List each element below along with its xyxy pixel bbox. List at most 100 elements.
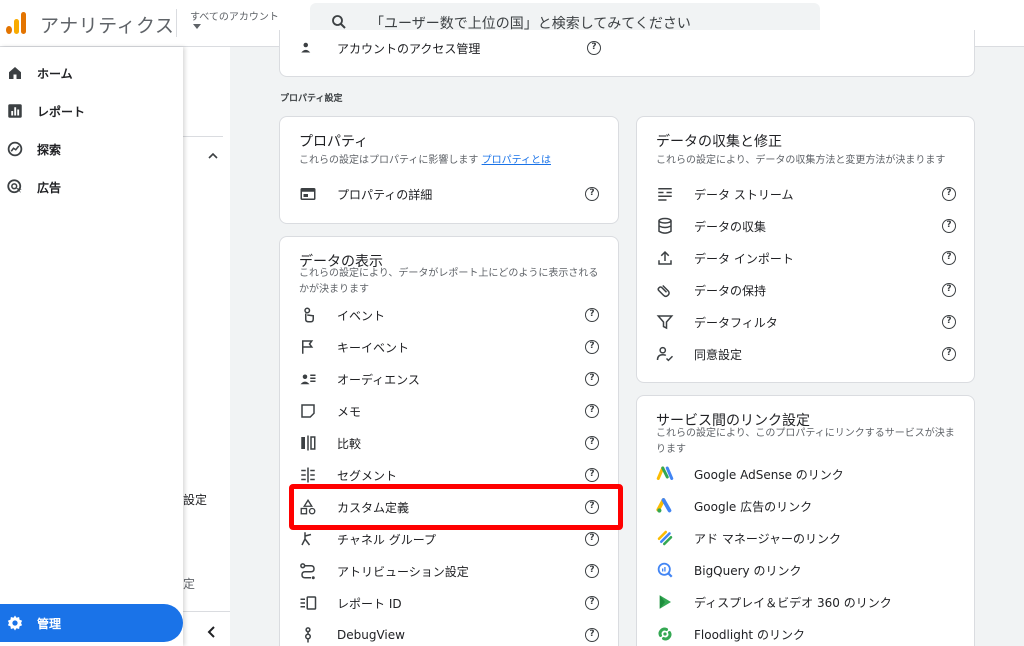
card-subtitle: これらの設定により、このプロパティにリンクするサービスが決ま ります [656, 426, 955, 458]
help-icon[interactable]: ? [587, 41, 601, 55]
debug-icon [305, 627, 311, 643]
pane-text-fragment: 定 [183, 577, 196, 591]
consent-icon [656, 346, 674, 362]
settings-row-data-import[interactable]: データ インポート ? [656, 242, 956, 274]
help-icon[interactable]: ? [585, 340, 599, 354]
nav-item-admin[interactable]: 管理 [0, 604, 183, 642]
row-label: データの収集 [694, 219, 767, 234]
row-label: レポート ID [337, 596, 402, 611]
admin-secondary-pane: 設定 定 [183, 47, 230, 646]
settings-row-attribution[interactable]: アトリビューション設定 ? [299, 555, 599, 587]
settings-row-key-events[interactable]: キーイベント ? [299, 331, 599, 363]
row-label: プロパティの詳細 [337, 187, 433, 202]
divider [183, 136, 223, 137]
help-icon[interactable]: ? [942, 219, 956, 233]
search-icon [332, 15, 346, 29]
settings-row-report-id[interactable]: レポート ID ? [299, 587, 599, 619]
row-label: イベント [337, 308, 386, 323]
link-row-floodlight[interactable]: Floodlight のリンク [656, 618, 956, 646]
settings-row-audiences[interactable]: オーディエンス ? [299, 363, 599, 395]
settings-row-consent[interactable]: 同意設定 ? [656, 338, 956, 370]
pane-text-fragment: 設定 [183, 493, 208, 507]
caret-down-icon[interactable] [193, 24, 201, 29]
database-icon [658, 217, 672, 234]
card-subtitle-text: これらの設定はプロパティに影響します [299, 155, 479, 166]
row-label: キーイベント [337, 340, 410, 355]
analytics-logo-icon[interactable] [6, 10, 28, 34]
account-settings-card: アカウントのアクセス管理 ? [279, 30, 975, 77]
help-icon[interactable]: ? [942, 187, 956, 201]
property-details-icon [300, 188, 316, 200]
row-label: セグメント [337, 468, 398, 483]
settings-row-data-filters[interactable]: データフィルタ ? [656, 306, 956, 338]
settings-row[interactable]: アカウントのアクセス管理 ? [299, 32, 959, 64]
help-icon[interactable]: ? [585, 564, 599, 578]
annotation-highlight-box [289, 484, 623, 530]
help-icon[interactable]: ? [585, 372, 599, 386]
ads-icon [7, 179, 22, 194]
settings-row[interactable]: プロパティの詳細 ? [299, 178, 599, 210]
nav-item-label: レポート [37, 104, 86, 119]
help-icon[interactable]: ? [585, 404, 599, 418]
link-row-google-ads[interactable]: Google 広告のリンク [656, 490, 956, 522]
help-icon[interactable]: ? [942, 283, 956, 297]
nav-item-label: 広告 [37, 180, 62, 195]
audience-icon [300, 374, 316, 385]
nav-item-ads[interactable]: 広告 [0, 169, 183, 205]
help-icon[interactable]: ? [942, 315, 956, 329]
chevron-up-icon[interactable] [208, 151, 218, 161]
chevron-left-icon[interactable] [207, 626, 217, 638]
settings-row-debugview[interactable]: DebugView ? [299, 619, 599, 646]
row-label: ディスプレイ＆ビデオ 360 のリンク [694, 595, 892, 610]
row-label: Floodlight のリンク [694, 627, 805, 642]
help-icon[interactable]: ? [585, 596, 599, 610]
settings-row-data-streams[interactable]: データ ストリーム ? [656, 178, 956, 210]
account-selector-label[interactable]: すべてのアカウント [190, 8, 279, 23]
settings-row-comparisons[interactable]: 比較 ? [299, 427, 599, 459]
card-title: プロパティ [299, 134, 369, 150]
explore-icon [7, 141, 23, 157]
help-icon[interactable]: ? [585, 187, 599, 201]
link-row-bigquery[interactable]: BigQuery のリンク [656, 554, 956, 586]
nav-item-reports[interactable]: レポート [0, 93, 183, 129]
help-icon[interactable]: ? [585, 532, 599, 546]
channel-icon [301, 532, 312, 546]
segment-icon [301, 467, 315, 483]
nav-item-explore[interactable]: 探索 [0, 131, 183, 167]
help-icon[interactable]: ? [585, 628, 599, 642]
settings-row-notes[interactable]: メモ ? [299, 395, 599, 427]
data-collection-card: データの収集と修正 これらの設定により、データの収集方法と変更方法が決まります … [636, 116, 975, 383]
help-icon[interactable]: ? [585, 468, 599, 482]
settings-row-events[interactable]: イベント ? [299, 299, 599, 331]
note-icon [301, 404, 315, 418]
row-label: オーディエンス [337, 372, 420, 387]
compare-icon [301, 435, 316, 451]
nav-item-label: 管理 [37, 617, 62, 631]
help-icon[interactable]: ? [585, 308, 599, 322]
nav-item-label: 探索 [37, 142, 62, 157]
nav-item-label: ホーム [37, 66, 73, 81]
help-icon[interactable]: ? [942, 251, 956, 265]
divider [183, 611, 230, 612]
app-title[interactable]: アナリティクス [40, 11, 174, 38]
help-icon[interactable]: ? [942, 347, 956, 361]
row-label: 比較 [337, 436, 362, 451]
row-label: データフィルタ [694, 315, 778, 330]
row-label: 同意設定 [694, 347, 743, 362]
row-label: アド マネージャーのリンク [694, 531, 841, 546]
floodlight-icon [658, 627, 672, 641]
link-row-dv360[interactable]: ディスプレイ＆ビデオ 360 のリンク [656, 586, 956, 618]
nav-item-home[interactable]: ホーム [0, 55, 183, 91]
dv360-icon [659, 595, 671, 609]
help-icon[interactable]: ? [585, 436, 599, 450]
property-help-link[interactable]: プロパティとは [482, 155, 551, 166]
service-links-card: サービス間のリンク設定 これらの設定により、このプロパティにリンクするサービスが… [636, 395, 975, 646]
section-label: プロパティ設定 [280, 94, 343, 104]
adsense-icon [656, 466, 674, 480]
settings-row-data-retention[interactable]: データの保持 ? [656, 274, 956, 306]
link-row-ad-manager[interactable]: アド マネージャーのリンク [656, 522, 956, 554]
property-card: プロパティ これらの設定はプロパティに影響します プロパティとは プロパティの詳… [279, 116, 619, 224]
settings-row-data-collection[interactable]: データの収集 ? [656, 210, 956, 242]
link-row-adsense[interactable]: Google AdSense のリンク [656, 458, 956, 490]
retention-icon [657, 284, 670, 298]
